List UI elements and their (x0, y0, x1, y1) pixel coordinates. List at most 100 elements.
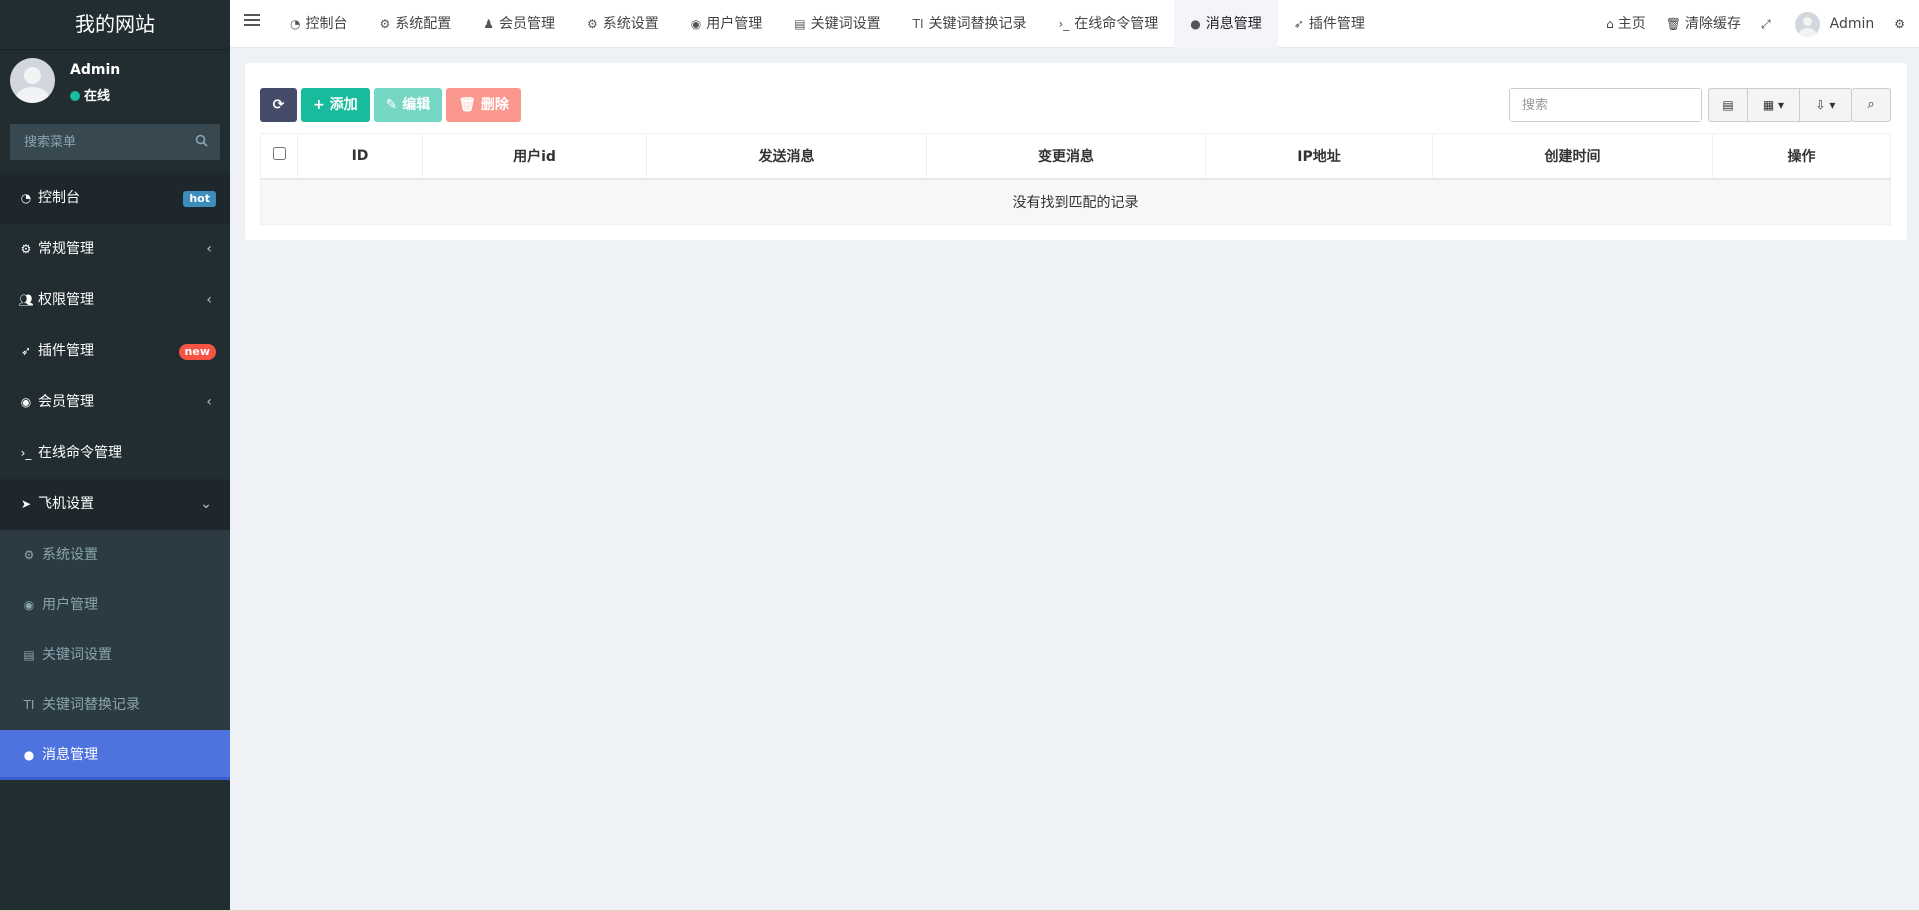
chevron-left-icon: ‹ (206, 241, 212, 257)
toggle-view-button[interactable]: ▤ (1708, 88, 1748, 122)
select-all-cell (260, 133, 298, 180)
edit-button[interactable]: ✎ 编辑 (373, 88, 443, 122)
refresh-button[interactable]: ⟳ (260, 88, 297, 122)
trash-icon: 🗑︎ (1665, 17, 1681, 31)
chevron-down-icon: ⌄ (200, 496, 212, 512)
search-icon: ⌕ (1867, 97, 1875, 112)
telegram-icon: ➤ (20, 497, 32, 511)
table-row: 没有找到匹配的记录 (260, 178, 1891, 225)
chevron-left-icon: ‹ (206, 394, 212, 410)
settings-button[interactable]: ⚙ (1884, 0, 1919, 48)
menu-search (10, 124, 220, 160)
columns-button[interactable]: ▦ ▾ (1748, 88, 1800, 122)
users-icon: 👥︎ (18, 293, 34, 307)
submenu: ⚙ 系统设置 ◉ 用户管理 ▤ 关键词设置 TI 关键词替换记录 ● 消息管理 (0, 530, 230, 780)
sidebar-item-plugins[interactable]: ➶ 插件管理 new (0, 326, 230, 377)
avatar (10, 58, 55, 103)
download-icon: ⇩ ▾ (1815, 98, 1836, 112)
tab-dashboard[interactable]: ◔ 控制台 (274, 0, 363, 48)
select-all-checkbox[interactable] (272, 147, 286, 161)
toolbar: ⟳ + 添加 ✎ 编辑 🗑︎ 删除 (260, 88, 525, 122)
user-circle-icon: ◉ (20, 395, 32, 409)
column-header[interactable]: 创建时间 (1432, 133, 1713, 180)
new-badge: new (178, 344, 216, 360)
table-tools: ▤ ▦ ▾ ⇩ ▾ (1708, 88, 1852, 122)
sidebar-item-commands[interactable]: ›_ 在线命令管理 (0, 428, 230, 479)
sidebar: 我的网站 Admin 在线 ◔控制台 hot ⚙常规管理 ‹ 👥︎权限管理 ‹ … (0, 0, 230, 912)
column-header[interactable]: 发送消息 (646, 133, 927, 180)
online-dot-icon (70, 91, 80, 101)
main-panel: ⟳ + 添加 ✎ 编辑 🗑︎ 删除 ▤ ▦ ▾ ⇩ ▾ ⌕ ID 用户id 发送… (245, 63, 1907, 240)
table-search-input[interactable] (1510, 89, 1701, 121)
tab-bar: ◔ 控制台 ⚙ 系统配置 ♟ 会员管理 ⚙ 系统设置 ◉ 用户管理 ▤ 关键词设置 TI 关键… (274, 0, 1381, 48)
home-icon: ⌂ (1606, 17, 1614, 31)
table-header-row: ID 用户id 发送消息 变更消息 IP地址 创建时间 操作 (260, 133, 1891, 180)
column-header[interactable]: ID (297, 133, 423, 180)
cogs-icon: ⚙ (20, 242, 32, 256)
rocket-icon: ➶ (20, 344, 32, 358)
list-icon: ▤ (1722, 98, 1734, 112)
home-link[interactable]: ⌂ 主页 (1596, 0, 1656, 48)
delete-button[interactable]: 🗑︎ 删除 (446, 88, 521, 122)
trash-icon: 🗑︎ (458, 97, 481, 113)
refresh-icon: ⟳ (272, 97, 285, 113)
avatar (1794, 11, 1820, 37)
grid-icon: ▦ ▾ (1762, 98, 1785, 112)
export-button[interactable]: ⇩ ▾ (1800, 88, 1852, 122)
file-icon: ▤ (794, 17, 806, 31)
search-icon[interactable] (195, 134, 208, 151)
sidebar-item-general[interactable]: ⚙ 常规管理 ‹ (0, 224, 230, 275)
sidebar-item-permissions[interactable]: 👥︎ 权限管理 ‹ (0, 275, 230, 326)
column-header[interactable]: IP地址 (1205, 133, 1433, 180)
rocket-icon: ➶ (1293, 17, 1304, 31)
column-header: 操作 (1712, 133, 1891, 180)
gear-icon: ⚙ (23, 548, 35, 562)
comment-icon: ● (23, 748, 35, 762)
hot-badge: hot (183, 191, 216, 207)
gear-icon: ⚙ (587, 17, 598, 31)
tab-system-settings[interactable]: ⚙ 系统设置 (571, 0, 675, 48)
sidebar-subitem-user-management[interactable]: ◉ 用户管理 (0, 580, 230, 630)
sidebar-item-plane-settings[interactable]: ➤ 飞机设置 ⌄ (0, 479, 230, 530)
navbar-right: ⌂ 主页 🗑︎ 清除缓存 ⤢ Admin ⚙ (1596, 0, 1919, 48)
chevron-left-icon: ‹ (206, 292, 212, 308)
user-circle-icon: ◉ (23, 598, 35, 612)
site-logo[interactable]: 我的网站 (0, 0, 230, 50)
text-height-icon: TI (912, 17, 924, 31)
column-header[interactable]: 用户id (422, 133, 647, 180)
cogs-icon: ⚙ (1894, 17, 1905, 31)
advanced-search-button[interactable]: ⌕ (1851, 88, 1891, 122)
tab-members[interactable]: ♟ 会员管理 (467, 0, 571, 48)
dashboard-icon: ◔ (20, 191, 32, 205)
expand-icon: ⤢ (1761, 17, 1771, 31)
menu-search-input[interactable] (10, 124, 180, 160)
clear-cache-button[interactable]: 🗑︎ 清除缓存 (1656, 0, 1751, 48)
tab-keyword-settings[interactable]: ▤ 关键词设置 (778, 0, 896, 48)
user-icon: ♟ (483, 17, 495, 31)
sidebar-group-plane: ➤ 飞机设置 ⌄ ⚙ 系统设置 ◉ 用户管理 ▤ 关键词设置 TI 关键词替换记录 ● 消息… (0, 479, 230, 780)
column-header[interactable]: 变更消息 (926, 133, 1206, 180)
user-status: 在线 (70, 85, 110, 104)
dashboard-icon: ◔ (290, 17, 301, 31)
sidebar-subitem-message-management[interactable]: ● 消息管理 (0, 730, 230, 780)
tab-online-commands[interactable]: ›_ 在线命令管理 (1042, 0, 1174, 48)
pencil-icon: ✎ (385, 97, 403, 113)
tab-message-management[interactable]: ● 消息管理 (1174, 0, 1278, 48)
fullscreen-button[interactable]: ⤢ (1751, 0, 1785, 48)
tab-keyword-replace-log[interactable]: TI 关键词替换记录 (897, 0, 1043, 48)
sidebar-item-members[interactable]: ◉ 会员管理 ‹ (0, 377, 230, 428)
add-button[interactable]: + 添加 (301, 88, 370, 122)
sidebar-menu: ◔ 控制台 hot ⚙ 常规管理 ‹ 👥︎ 权限管理 ‹ ➶ 插件管理 new ◉ 会员管… (0, 173, 230, 780)
sidebar-subitem-system-settings[interactable]: ⚙ 系统设置 (0, 530, 230, 580)
plus-icon: + (313, 97, 330, 113)
tab-user-management[interactable]: ◉ 用户管理 (675, 0, 778, 48)
sidebar-subitem-keyword-settings[interactable]: ▤ 关键词设置 (0, 630, 230, 680)
tab-plugins[interactable]: ➶ 插件管理 (1278, 0, 1381, 48)
terminal-icon: ›_ (20, 446, 32, 460)
sidebar-subitem-keyword-replace-log[interactable]: TI 关键词替换记录 (0, 680, 230, 730)
tab-system-config[interactable]: ⚙ 系统配置 (363, 0, 467, 48)
user-menu[interactable]: Admin (1785, 0, 1885, 48)
empty-message: 没有找到匹配的记录 (260, 178, 1891, 225)
menu-toggle-icon[interactable] (244, 14, 260, 29)
sidebar-item-dashboard[interactable]: ◔ 控制台 hot (0, 173, 230, 224)
